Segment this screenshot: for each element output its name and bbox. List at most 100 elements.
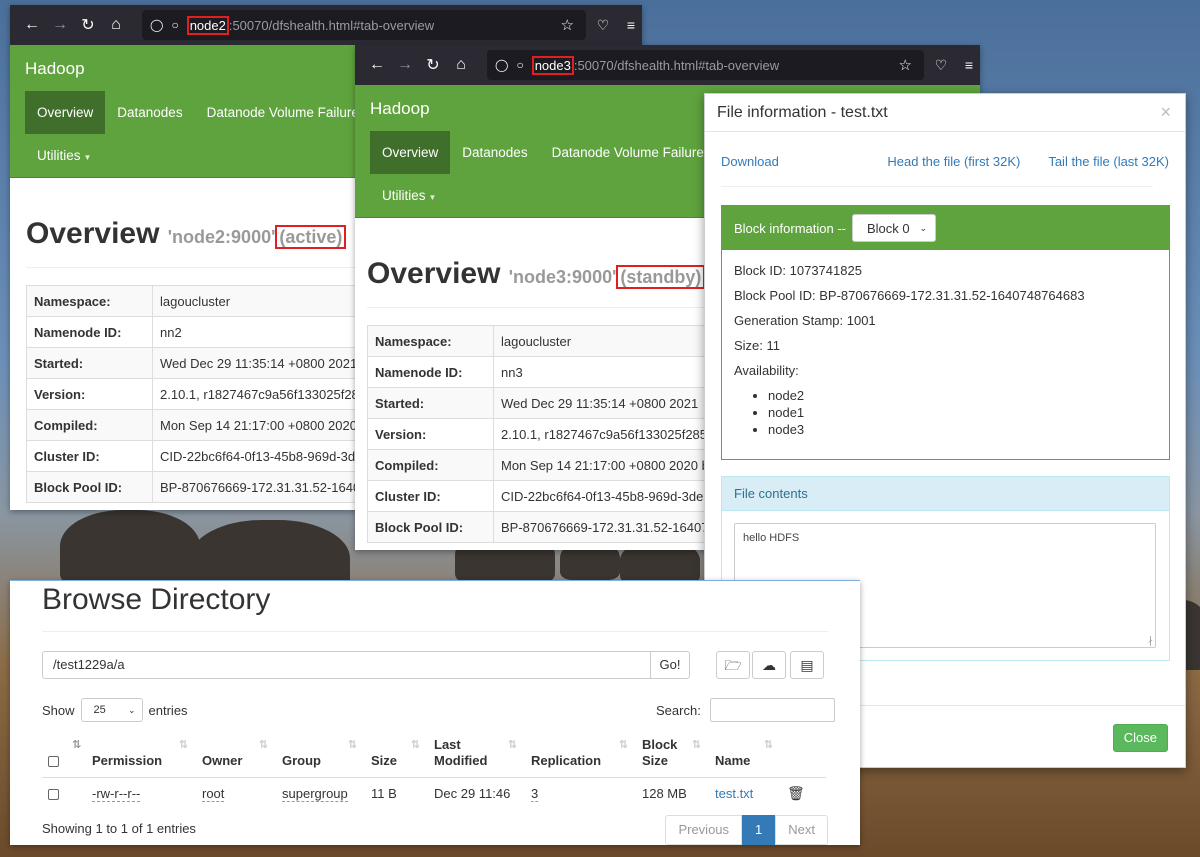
- col-label: Owner: [202, 752, 243, 768]
- nav-datanodes[interactable]: Datanodes: [450, 131, 539, 174]
- entries-control: Show 25 ⌄ entries: [42, 698, 188, 722]
- file-name-link[interactable]: test.txt: [715, 786, 753, 801]
- browser-toolbar: ← → ↻ ⌂ ◯ ○ node2 :50070/dfshealth.html#…: [10, 5, 642, 45]
- back-icon[interactable]: ←: [363, 51, 391, 79]
- cell-modified: Dec 29 11:46: [434, 785, 511, 801]
- reload-icon[interactable]: ↻: [74, 11, 102, 39]
- lock-icon: ○: [171, 18, 179, 32]
- create-folder-icon[interactable]: 🗁: [716, 651, 750, 679]
- modal-header: File information - test.txt ×: [705, 94, 1185, 132]
- trash-icon[interactable]: 🗑: [787, 785, 805, 801]
- menu-icon[interactable]: ≡: [958, 57, 980, 73]
- close-button[interactable]: Close: [1112, 724, 1168, 752]
- forward-icon[interactable]: →: [46, 11, 74, 39]
- col-permission[interactable]: Permission ⇅: [86, 731, 196, 778]
- search-input[interactable]: [709, 698, 835, 722]
- close-icon[interactable]: ×: [1160, 102, 1171, 123]
- cut-paste-icon[interactable]: ▤: [790, 651, 824, 679]
- nav-utilities[interactable]: Utilities ▼: [25, 134, 103, 177]
- col-label: Size: [371, 752, 398, 768]
- pocket-icon[interactable]: ♡: [586, 17, 620, 34]
- col-block-size[interactable]: Block Size ⇅: [636, 731, 709, 778]
- head-file-link[interactable]: Head the file (first 32K): [887, 154, 1020, 169]
- block-select[interactable]: Block 0 ⌄: [851, 214, 936, 242]
- col-label: Last Modified: [434, 736, 488, 768]
- overview-heading: Overview 'node2:9000' (active): [26, 217, 347, 251]
- table-row: Cluster ID: CID-22bc6f64-0f13-45b8-969d-3…: [367, 480, 734, 512]
- cell-replication[interactable]: 3: [525, 777, 636, 809]
- bookmark-star-icon[interactable]: ☆: [561, 16, 574, 34]
- url-bar[interactable]: ◯ ○ node2 :50070/dfshealth.html#tab-over…: [142, 10, 586, 40]
- back-icon[interactable]: ←: [18, 11, 46, 39]
- col-size[interactable]: Size ⇅: [365, 731, 428, 778]
- cell-permission[interactable]: -rw-r--r--: [86, 777, 196, 809]
- shield-icon: ◯: [495, 58, 509, 72]
- bookmark-star-icon[interactable]: ☆: [899, 56, 912, 74]
- row-value: Mon Sep 14 21:17:00 +0800 2020 by: [493, 449, 734, 481]
- search-label: Search:: [656, 702, 701, 718]
- sort-icon[interactable]: ⇅: [72, 737, 81, 753]
- path-input[interactable]: /test1229a/a: [42, 651, 651, 679]
- table-row: Namenode ID: nn2: [26, 316, 393, 348]
- sort-icon: ⇅: [763, 739, 773, 751]
- row-checkbox[interactable]: [48, 788, 59, 800]
- cell-name: test.txt: [709, 777, 781, 809]
- cell-owner[interactable]: root: [196, 777, 276, 809]
- col-replication[interactable]: Replication ⇅: [525, 731, 636, 778]
- col-actions: [781, 731, 826, 778]
- col-last-modified[interactable]: Last Modified ⇅: [428, 731, 525, 778]
- row-value: Wed Dec 29 11:35:14 +0800 2021: [493, 387, 734, 419]
- nav-overview[interactable]: Overview: [370, 131, 451, 174]
- overview-table: Namespace: lagoucluster Namenode ID: nn3 Sta…: [367, 325, 734, 543]
- cell-group[interactable]: supergroup: [276, 777, 365, 809]
- menu-icon[interactable]: ≡: [620, 17, 642, 33]
- generation-stamp: Generation Stamp: 1001: [734, 313, 876, 328]
- overview-state-highlight: (standby): [616, 265, 706, 289]
- entries-label: entries: [148, 702, 188, 718]
- tail-file-link[interactable]: Tail the file (last 32K): [1048, 154, 1169, 169]
- select-all-checkbox[interactable]: [48, 755, 59, 767]
- go-button[interactable]: Go!: [650, 651, 690, 679]
- entries-select[interactable]: 25 ⌄: [80, 698, 143, 722]
- pocket-icon[interactable]: ♡: [924, 57, 958, 74]
- search-control: Search:: [656, 698, 835, 722]
- col-label: Permission: [92, 752, 163, 768]
- list-item: node3: [768, 421, 1157, 438]
- upload-icon[interactable]: ☁: [752, 651, 786, 679]
- table-row: Block Pool ID: BP-870676669-172.31.31.52-…: [26, 471, 393, 503]
- shield-icon: ◯: [150, 18, 164, 32]
- pagination-page-1[interactable]: 1: [742, 815, 776, 845]
- row-key: Block Pool ID:: [26, 471, 153, 503]
- forward-icon[interactable]: →: [391, 51, 419, 79]
- block-info-label: Block information --: [734, 220, 846, 236]
- block-id: Block ID: 1073741825: [734, 263, 862, 278]
- sort-icon: ⇅: [618, 739, 628, 751]
- pagination-previous[interactable]: Previous: [665, 815, 743, 845]
- nav-utilities[interactable]: Utilities ▼: [370, 174, 448, 217]
- cell-block-size: 128 MB: [642, 785, 687, 801]
- home-icon[interactable]: ⌂: [447, 51, 475, 79]
- col-group[interactable]: Group ⇅: [276, 731, 365, 778]
- row-key: Block Pool ID:: [367, 511, 494, 543]
- pagination-next[interactable]: Next: [775, 815, 828, 845]
- overview-title: Overview: [26, 217, 160, 250]
- home-icon[interactable]: ⌂: [102, 11, 130, 39]
- select-all-header: ⇅: [42, 731, 86, 778]
- reload-icon[interactable]: ↻: [419, 51, 447, 79]
- url-bar[interactable]: ◯ ○ node3 :50070/dfshealth.html#tab-over…: [487, 50, 924, 80]
- download-link[interactable]: Download: [721, 154, 779, 169]
- nav-datanodes[interactable]: Datanodes: [105, 91, 194, 134]
- table-row: Compiled: Mon Sep 14 21:17:00 +0800 2020 …: [26, 409, 393, 441]
- nav-overview[interactable]: Overview: [25, 91, 106, 134]
- sort-icon: ⇅: [347, 739, 357, 751]
- availability-list: node2 node1 node3: [734, 387, 1157, 438]
- url-host-highlight: node3: [531, 55, 574, 75]
- replication-value: 3: [531, 785, 539, 802]
- col-owner[interactable]: Owner ⇅: [196, 731, 276, 778]
- col-name[interactable]: Name ⇅: [709, 731, 781, 778]
- caret-down-icon: ▼: [83, 153, 92, 162]
- overview-table: Namespace: lagoucluster Namenode ID: nn2 Sta…: [26, 285, 393, 503]
- resize-handle-icon[interactable]: ∤: [1148, 636, 1153, 647]
- nav-volume-failures[interactable]: Datanode Volume Failures: [540, 131, 723, 174]
- nav-volume-failures[interactable]: Datanode Volume Failures: [195, 91, 378, 134]
